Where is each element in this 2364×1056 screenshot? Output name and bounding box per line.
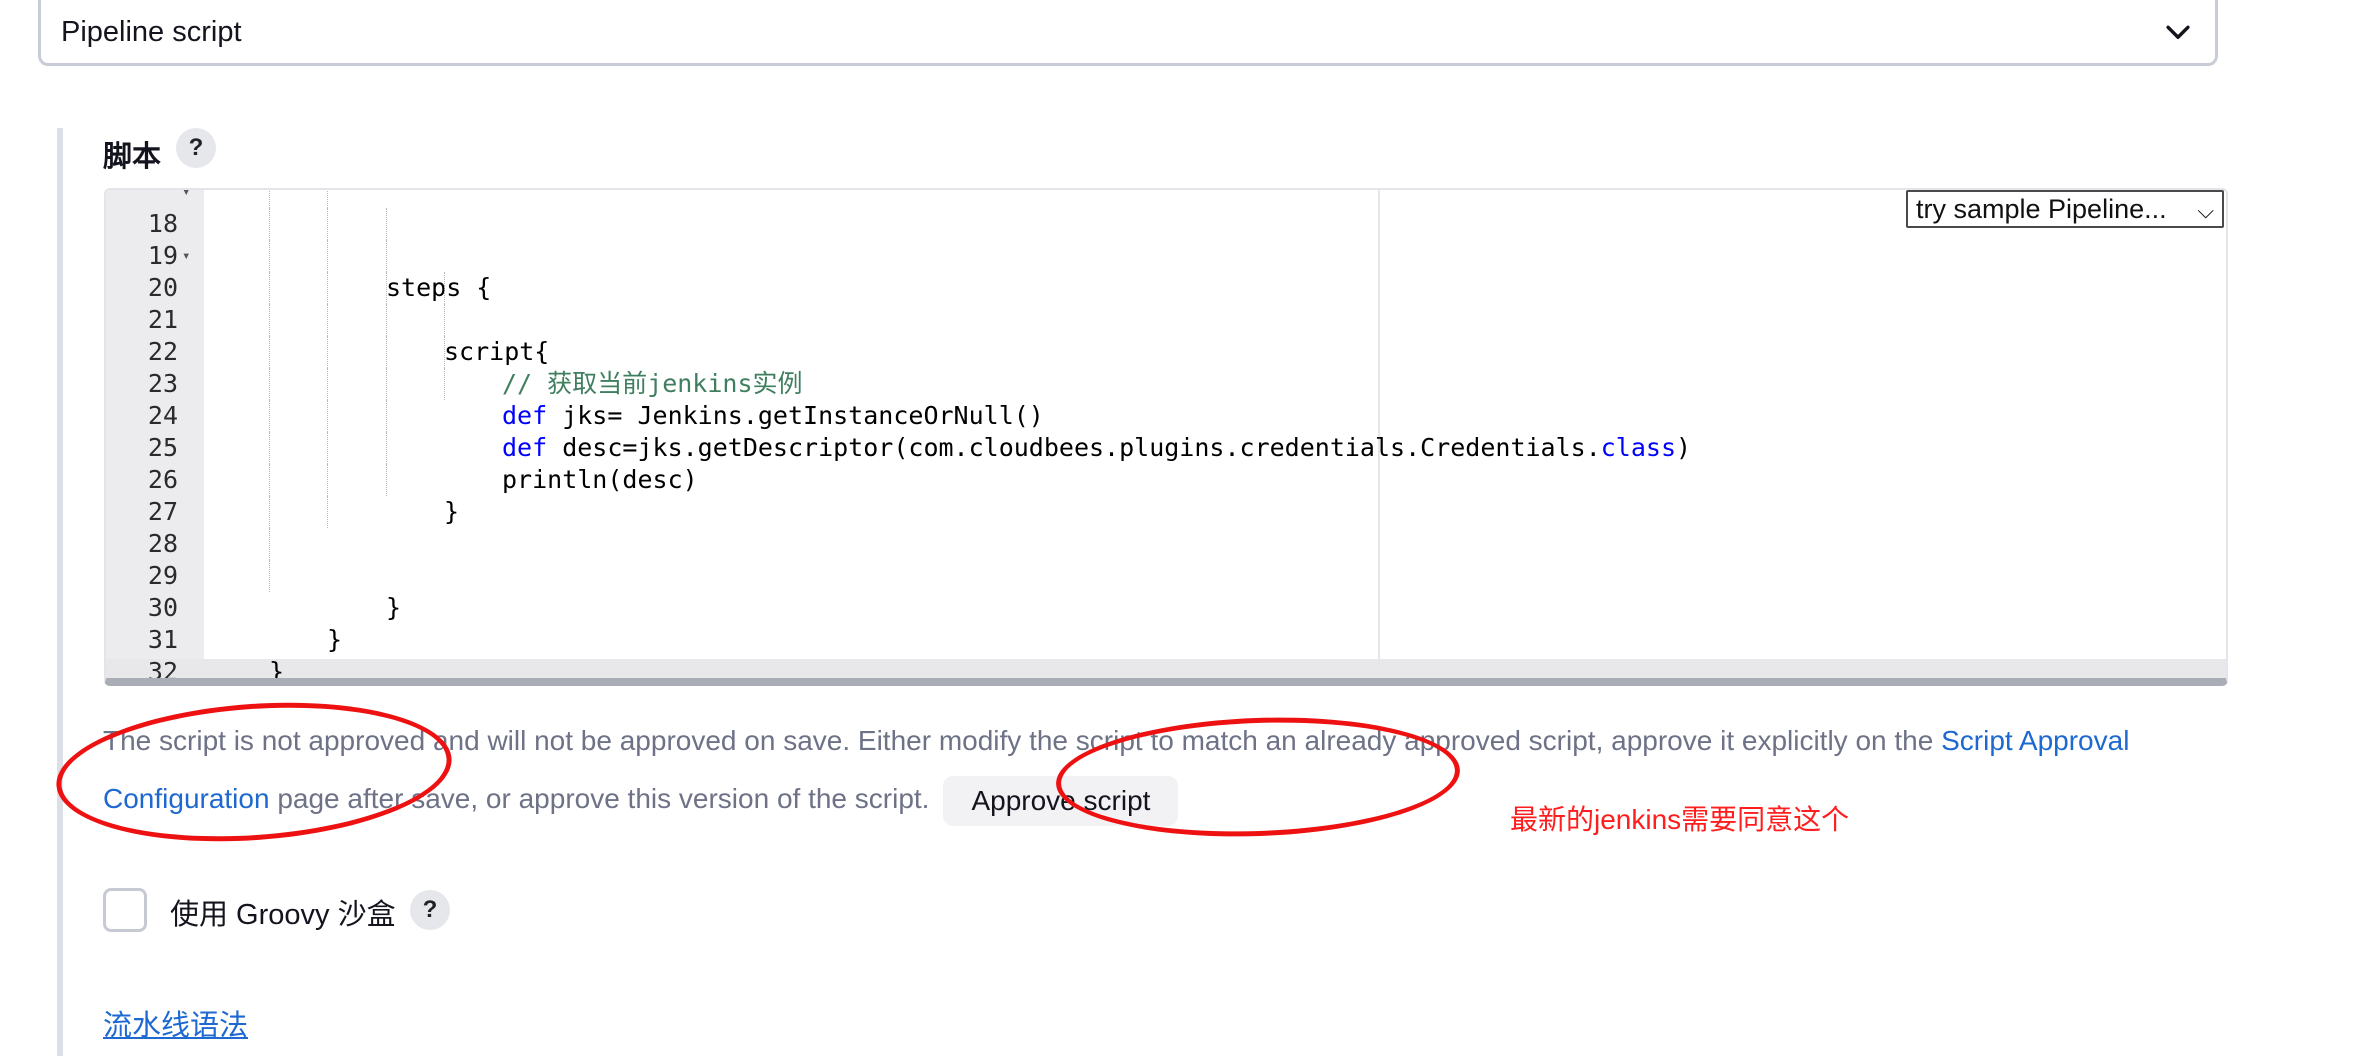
code-line: 28 } (106, 496, 2226, 622)
code-line: 26 (106, 432, 2226, 494)
definition-select[interactable]: Pipeline script (38, 0, 2218, 66)
code-line: 21 // 获取当前jenkins实例 (106, 272, 2226, 398)
code-line: 25 } (106, 400, 2226, 526)
annotation-note: 最新的jenkins需要同意这个 (1510, 804, 1850, 835)
code-line: 33 } (106, 656, 2226, 678)
code-line: 30 (106, 560, 2226, 622)
code-line: 32 (106, 624, 2226, 678)
code-line: 29 } (106, 528, 2226, 654)
code-line: 22 def jks= Jenkins.getInstanceOrNull() (106, 304, 2226, 430)
script-field-label: 脚本 (103, 141, 162, 173)
try-sample-select-value: try sample Pipeline... (1916, 194, 2167, 224)
script-help-icon[interactable]: ? (176, 128, 216, 168)
chevron-down-icon: ⌵ (2197, 198, 2214, 223)
code-line: 20 ▾ script{ (106, 240, 2226, 366)
code-line: 27 (106, 464, 2226, 526)
code-line: 24 println(desc) (106, 368, 2226, 494)
definition-select-value: Pipeline script (61, 16, 242, 48)
chevron-down-icon (2166, 25, 2190, 39)
code-line: 31 } (106, 592, 2226, 678)
code-line: 23 def desc=jks.getDescriptor(com.cloudb… (106, 336, 2226, 462)
groovy-sandbox-checkbox[interactable] (103, 888, 147, 932)
sandbox-help-icon[interactable]: ? (410, 890, 450, 930)
try-sample-pipeline-select[interactable]: try sample Pipeline... ⌵ (1906, 190, 2224, 228)
script-editor[interactable]: 18 ▾ steps { 19 20 ▾ script{ 21 // 获取当前jen… (104, 188, 2228, 686)
fold-arrow-icon[interactable]: ▾ (182, 190, 190, 208)
groovy-sandbox-label: 使用 Groovy 沙盒 (170, 899, 396, 931)
pipeline-syntax-link[interactable]: 流水线语法 (103, 1002, 248, 1044)
fold-arrow-icon[interactable]: ▾ (182, 240, 190, 272)
code-area[interactable]: 18 ▾ steps { 19 20 ▾ script{ 21 // 获取当前jen… (106, 190, 2226, 678)
section-rail (57, 128, 63, 1056)
